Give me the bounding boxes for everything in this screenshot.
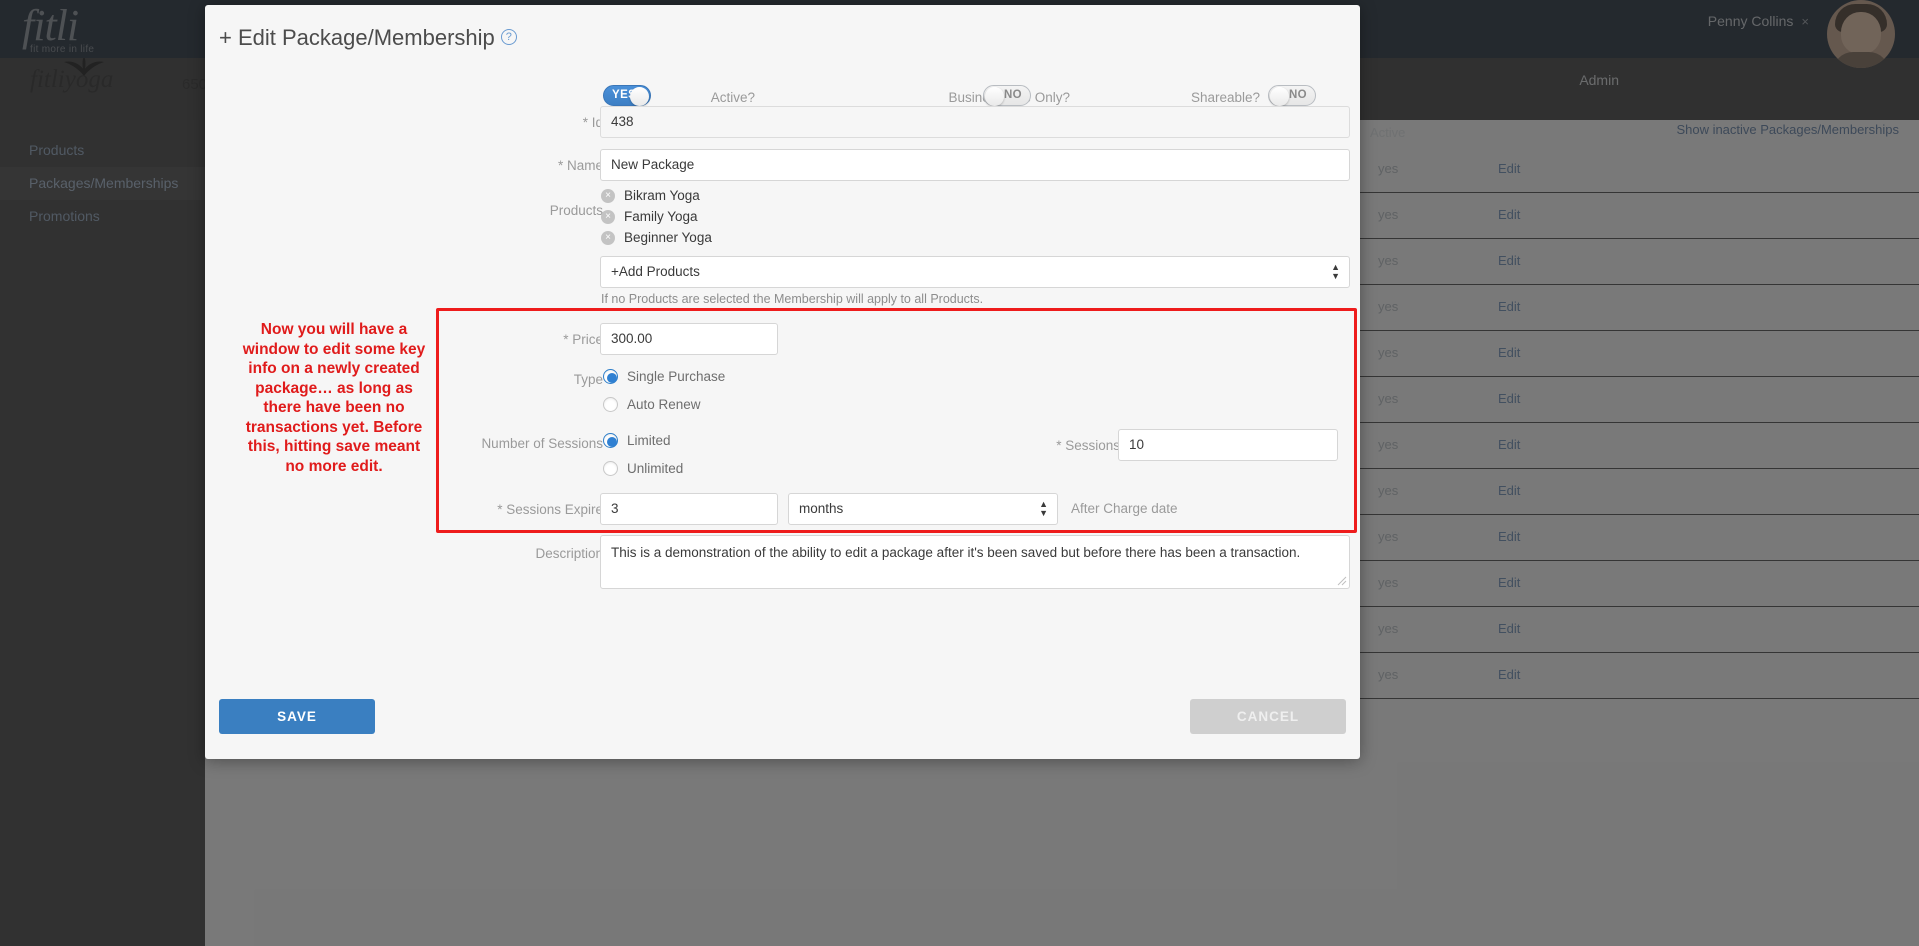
products-label: Products — [549, 203, 603, 218]
shareable-toggle-value: NO — [1288, 89, 1307, 101]
save-button[interactable]: SAVE — [219, 699, 375, 734]
cancel-button[interactable]: CANCEL — [1190, 699, 1346, 734]
toggles-row: Active? YES Business Use Only? NO Sharea… — [205, 73, 1360, 106]
type-radio-single-purchase[interactable] — [603, 369, 618, 384]
sessions-expire-label: * Sessions Expire — [497, 502, 603, 517]
product-name: Family Yoga — [624, 209, 698, 224]
shareable-toggle[interactable]: NO — [1268, 85, 1316, 106]
sessions-expire-input[interactable]: 3 — [600, 493, 778, 525]
type-label: Type — [573, 372, 603, 387]
name-label: * Name — [557, 158, 603, 173]
help-icon[interactable]: ? — [500, 29, 517, 45]
product-name: Bikram Yoga — [624, 188, 700, 203]
business-use-only-toggle[interactable]: NO — [983, 85, 1031, 106]
id-label: * Id — [582, 115, 603, 130]
dialog-title-text: + Edit Package/Membership — [219, 25, 495, 50]
toggle-knob — [985, 87, 1004, 106]
type-radio-single-purchase-label[interactable]: Single Purchase — [627, 369, 725, 384]
dialog-footer: SAVE CANCEL — [205, 675, 1360, 759]
name-input[interactable]: New Package — [600, 149, 1350, 181]
shareable-label: Shareable? — [1190, 90, 1260, 105]
sessions-label: * Sessions — [1056, 438, 1120, 453]
description-text: This is a demonstration of the ability t… — [611, 545, 1301, 560]
type-radio-auto-renew-label[interactable]: Auto Renew — [627, 397, 701, 412]
type-radio-auto-renew[interactable] — [603, 397, 618, 412]
remove-product-icon[interactable]: × — [601, 189, 615, 203]
resize-grip-icon[interactable] — [1337, 576, 1347, 586]
sessions-radio-unlimited[interactable] — [603, 461, 618, 476]
sessions-radio-limited-label[interactable]: Limited — [627, 433, 671, 448]
price-input[interactable]: 300.00 — [600, 323, 778, 355]
toggle-knob — [630, 87, 649, 106]
add-products-select-value: +Add Products — [611, 264, 700, 279]
sessions-radio-unlimited-label[interactable]: Unlimited — [627, 461, 683, 476]
active-toggle[interactable]: YES — [603, 85, 651, 106]
sessions-radio-limited[interactable] — [603, 433, 618, 448]
description-textarea[interactable]: This is a demonstration of the ability t… — [600, 535, 1350, 589]
dialog-title: + Edit Package/Membership? — [219, 25, 517, 51]
description-label: Description — [535, 546, 603, 561]
add-products-select[interactable]: +Add Products ▲ ▼ — [600, 256, 1350, 288]
product-name: Beginner Yoga — [624, 230, 712, 245]
price-label: * Price — [563, 332, 603, 347]
remove-product-icon[interactable]: × — [601, 210, 615, 224]
annotation-text: Now you will have a window to edit some … — [242, 321, 426, 475]
id-input[interactable]: 438 — [600, 106, 1350, 138]
sessions-expire-unit-value: months — [799, 501, 844, 516]
remove-product-icon[interactable]: × — [601, 231, 615, 245]
toggle-knob — [1270, 87, 1289, 106]
sessions-expire-suffix: After Charge date — [1071, 501, 1178, 516]
number-of-sessions-label: Number of Sessions — [481, 436, 603, 451]
business-use-only-toggle-value: NO — [1003, 89, 1022, 101]
sessions-input[interactable]: 10 — [1118, 429, 1338, 461]
products-hint: If no Products are selected the Membersh… — [601, 292, 984, 306]
sessions-expire-unit-select[interactable]: months ▲ ▼ — [788, 493, 1058, 525]
chevron-updown-icon: ▲ ▼ — [1331, 262, 1340, 281]
chevron-updown-icon: ▲ ▼ — [1039, 499, 1048, 518]
active-label: Active? — [710, 90, 755, 105]
screen: Products Packages/Memberships Promotions… — [0, 0, 1919, 946]
